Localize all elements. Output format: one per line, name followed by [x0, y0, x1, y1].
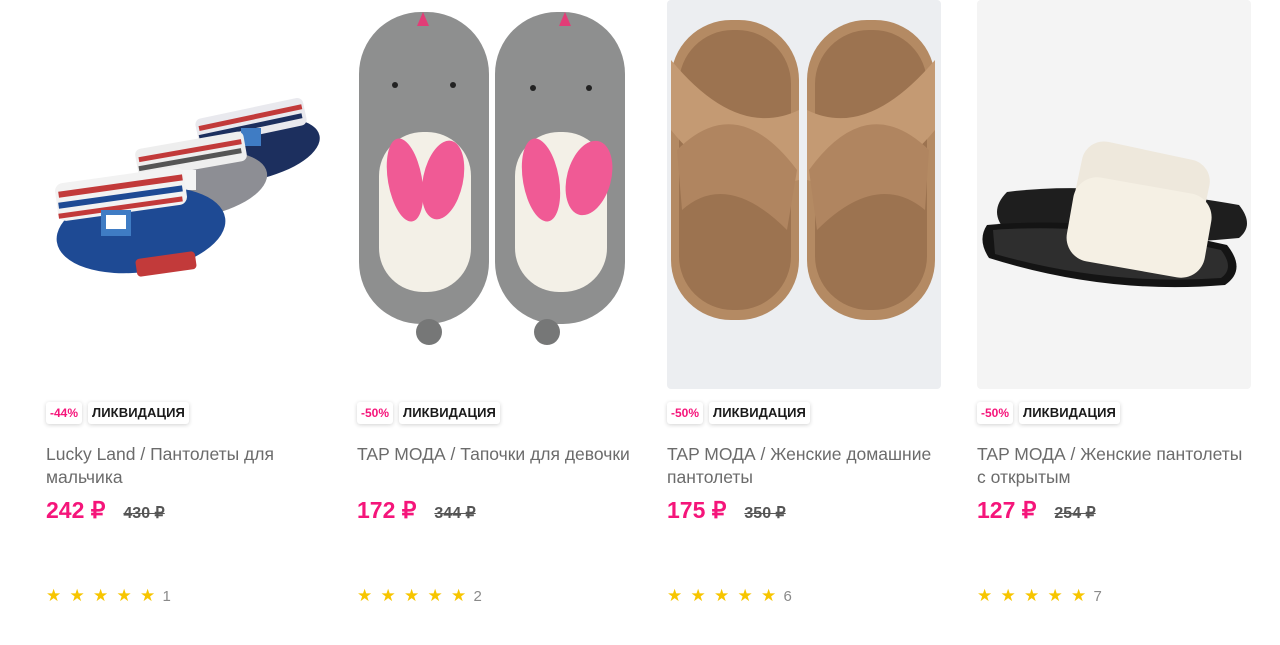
star-icon: ★	[737, 586, 753, 605]
product-card[interactable]: -44% ЛИКВИДАЦИЯ Lucky Land / Пантолеты д…	[46, 0, 320, 620]
star-icon: ★	[1071, 586, 1087, 605]
star-icon: ★	[69, 586, 85, 605]
star-icons: ★ ★ ★ ★ ★	[667, 586, 785, 606]
product-title[interactable]: TAP МОДА / Тапочки для девочки	[357, 443, 631, 489]
price-block: 127 ₽ 254 ₽	[977, 497, 1096, 524]
star-icons: ★ ★ ★ ★ ★	[46, 586, 164, 606]
star-icon: ★	[977, 586, 993, 605]
star-icon: ★	[667, 586, 683, 605]
slippers-boy-image	[46, 0, 320, 389]
rating: ★ ★ ★ ★ ★ 6	[667, 586, 792, 606]
liquidation-badge: ЛИКВИДАЦИЯ	[1019, 402, 1120, 424]
price-block: 242 ₽ 430 ₽	[46, 497, 165, 524]
star-icon: ★	[690, 586, 706, 605]
price-block: 175 ₽ 350 ₽	[667, 497, 786, 524]
star-icon: ★	[357, 586, 373, 605]
star-icon: ★	[1000, 586, 1016, 605]
old-price: 350 ₽	[744, 505, 786, 522]
old-price: 430 ₽	[123, 505, 165, 522]
product-image[interactable]	[46, 0, 320, 389]
current-price: 127 ₽	[977, 497, 1037, 523]
liquidation-badge: ЛИКВИДАЦИЯ	[399, 402, 500, 424]
star-icon: ★	[380, 586, 396, 605]
badges: -50% ЛИКВИДАЦИЯ	[977, 402, 1120, 424]
rating: ★ ★ ★ ★ ★ 1	[46, 586, 171, 606]
star-icon: ★	[93, 586, 109, 605]
badges: -44% ЛИКВИДАЦИЯ	[46, 402, 189, 424]
product-image[interactable]	[667, 0, 941, 389]
product-title[interactable]: Lucky Land / Пантолеты для мальчика	[46, 443, 320, 489]
review-count: 6	[783, 587, 792, 605]
star-icon: ★	[451, 586, 467, 605]
product-image[interactable]	[357, 0, 631, 389]
current-price: 242 ₽	[46, 497, 106, 523]
bunny-slippers-image	[357, 0, 631, 389]
review-count: 1	[162, 587, 171, 605]
product-card[interactable]: -50% ЛИКВИДАЦИЯ TAP МОДА / Тапочки для д…	[357, 0, 631, 620]
open-slippers-image	[977, 0, 1251, 389]
product-image[interactable]	[977, 0, 1251, 389]
current-price: 175 ₽	[667, 497, 727, 523]
discount-badge: -50%	[357, 402, 394, 424]
star-icon: ★	[427, 586, 443, 605]
old-price: 254 ₽	[1054, 505, 1096, 522]
rating: ★ ★ ★ ★ ★ 7	[977, 586, 1102, 606]
product-title[interactable]: TAP МОДА / Женские домашние пантолеты	[667, 443, 941, 489]
star-icon: ★	[404, 586, 420, 605]
star-icon: ★	[140, 586, 156, 605]
star-icon: ★	[761, 586, 777, 605]
current-price: 172 ₽	[357, 497, 417, 523]
discount-badge: -44%	[46, 402, 83, 424]
star-icons: ★ ★ ★ ★ ★	[357, 586, 475, 606]
price-block: 172 ₽ 344 ₽	[357, 497, 476, 524]
fur-slippers-image	[667, 0, 941, 389]
badges: -50% ЛИКВИДАЦИЯ	[667, 402, 810, 424]
product-title[interactable]: TAP МОДА / Женские пантолеты с открытым	[977, 443, 1251, 489]
liquidation-badge: ЛИКВИДАЦИЯ	[88, 402, 189, 424]
product-card[interactable]: -50% ЛИКВИДАЦИЯ TAP МОДА / Женские панто…	[977, 0, 1251, 620]
liquidation-badge: ЛИКВИДАЦИЯ	[709, 402, 810, 424]
star-icons: ★ ★ ★ ★ ★	[977, 586, 1095, 606]
product-grid: -44% ЛИКВИДАЦИЯ Lucky Land / Пантолеты д…	[0, 0, 1280, 645]
star-icon: ★	[714, 586, 730, 605]
badges: -50% ЛИКВИДАЦИЯ	[357, 402, 500, 424]
review-count: 2	[473, 587, 482, 605]
star-icon: ★	[1024, 586, 1040, 605]
star-icon: ★	[116, 586, 132, 605]
discount-badge: -50%	[667, 402, 704, 424]
star-icon: ★	[1047, 586, 1063, 605]
review-count: 7	[1093, 587, 1102, 605]
rating: ★ ★ ★ ★ ★ 2	[357, 586, 482, 606]
discount-badge: -50%	[977, 402, 1014, 424]
product-card[interactable]: -50% ЛИКВИДАЦИЯ TAP МОДА / Женские домаш…	[667, 0, 941, 620]
star-icon: ★	[46, 586, 62, 605]
old-price: 344 ₽	[434, 505, 476, 522]
